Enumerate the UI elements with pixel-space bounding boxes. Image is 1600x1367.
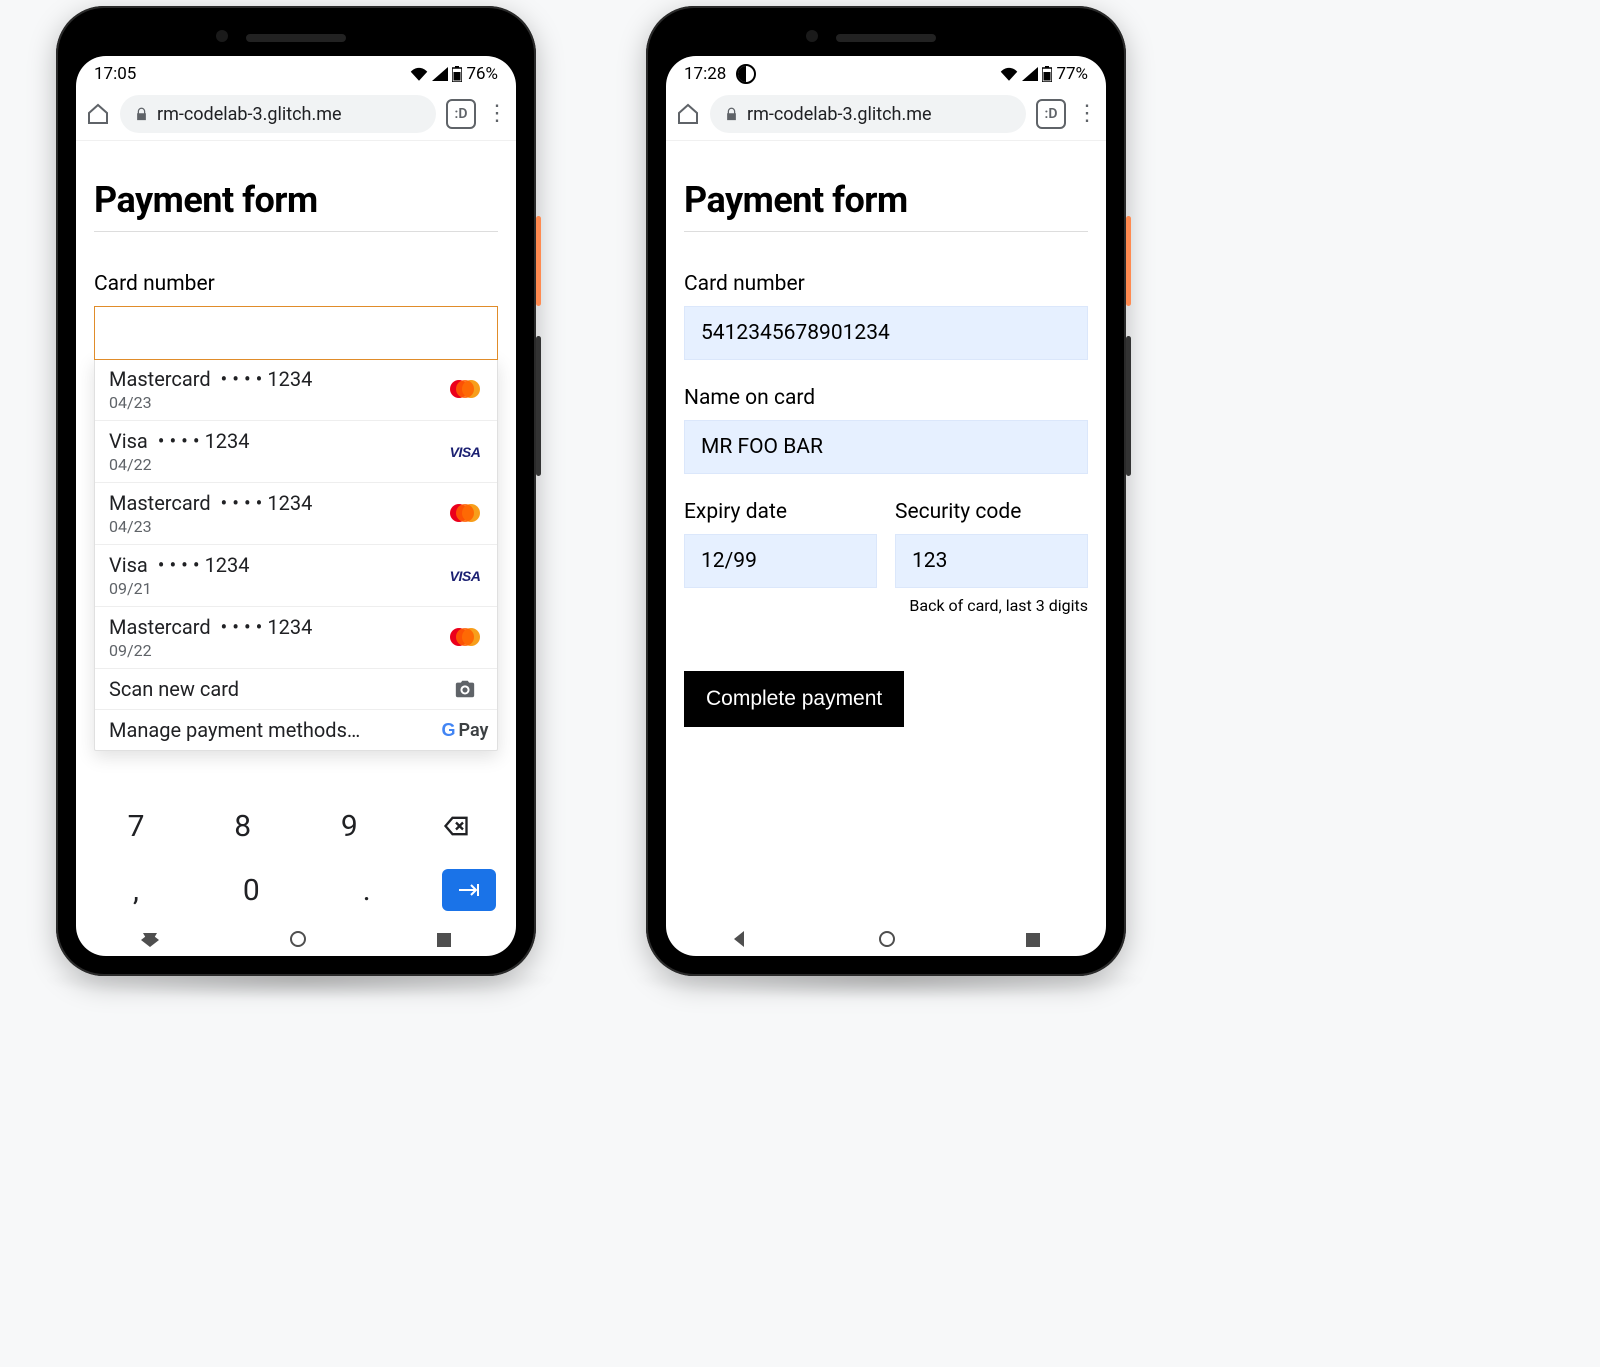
autofill-card-option[interactable]: Mastercard • • • • 1234 04/23: [95, 359, 497, 421]
card-number-input[interactable]: [684, 306, 1088, 360]
expiry-label: Expiry date: [684, 500, 877, 524]
mastercard-icon: [447, 504, 483, 524]
name-input[interactable]: [684, 420, 1088, 474]
page-title: Payment form: [94, 179, 498, 221]
system-nav-bar: [76, 926, 516, 956]
key-7[interactable]: 7: [96, 802, 176, 850]
page-content: Payment form Card number Name on card Ex…: [666, 141, 1106, 747]
status-time: 17:28: [684, 64, 726, 84]
wifi-icon: [410, 67, 428, 81]
card-number-input[interactable]: [94, 306, 498, 360]
wifi-icon: [1000, 67, 1018, 81]
key-comma[interactable]: ,: [96, 866, 176, 914]
mastercard-icon: [447, 380, 483, 400]
autofill-popup: Mastercard • • • • 1234 04/23 Visa • • •…: [94, 358, 498, 751]
lock-icon: [134, 107, 149, 122]
autofill-card-option[interactable]: Visa • • • • 1234 09/21 VISA: [95, 545, 497, 607]
card-number-label: Card number: [684, 272, 1088, 296]
status-bar: 17:05 76%: [76, 56, 516, 88]
nav-home-icon[interactable]: [879, 931, 895, 951]
key-next[interactable]: [442, 869, 496, 911]
url-bar[interactable]: rm-codelab-3.glitch.me: [710, 95, 1026, 133]
autofill-card-option[interactable]: Visa • • • • 1234 04/22 VISA: [95, 421, 497, 483]
battery-icon: [452, 66, 462, 82]
tab-switcher[interactable]: :D: [446, 99, 476, 129]
system-nav-bar: [666, 926, 1106, 956]
autofill-card-option[interactable]: Mastercard • • • • 1234 09/22: [95, 607, 497, 669]
key-backspace[interactable]: [416, 802, 496, 850]
key-0[interactable]: 0: [211, 866, 291, 914]
camera-icon: [447, 678, 483, 700]
autofill-scan-card[interactable]: Scan new card: [95, 669, 497, 710]
separator: [94, 231, 498, 232]
battery-text: 77%: [1056, 64, 1088, 84]
signal-icon: [432, 67, 448, 81]
overflow-menu-icon[interactable]: ⋮: [1076, 103, 1096, 125]
submit-button[interactable]: Complete payment: [684, 671, 904, 727]
key-9[interactable]: 9: [309, 802, 389, 850]
separator: [684, 231, 1088, 232]
name-label: Name on card: [684, 386, 1088, 410]
url-bar[interactable]: rm-codelab-3.glitch.me: [120, 95, 436, 133]
lock-icon: [724, 107, 739, 122]
url-text: rm-codelab-3.glitch.me: [747, 104, 932, 125]
overflow-menu-icon[interactable]: ⋮: [486, 103, 506, 125]
nav-back-icon[interactable]: [732, 931, 748, 951]
browser-toolbar: rm-codelab-3.glitch.me :D ⋮: [666, 88, 1106, 141]
signal-icon: [1022, 67, 1038, 81]
cvc-label: Security code: [895, 500, 1088, 524]
nav-back-icon[interactable]: [141, 932, 159, 951]
mastercard-icon: [447, 628, 483, 648]
nav-recents-icon[interactable]: [437, 932, 451, 951]
key-8[interactable]: 8: [203, 802, 283, 850]
status-time: 17:05: [94, 64, 136, 84]
visa-icon: VISA: [447, 568, 483, 584]
home-icon[interactable]: [86, 102, 110, 126]
page-title: Payment form: [684, 179, 1088, 221]
tab-switcher[interactable]: :D: [1036, 99, 1066, 129]
cvc-input[interactable]: [895, 534, 1088, 588]
phone-right: 17:28 77% rm-codelab-3.glitch.me: [646, 6, 1126, 976]
page-content: Payment form Card number Mastercard • • …: [76, 141, 516, 771]
key-dot[interactable]: .: [327, 866, 407, 914]
nav-recents-icon[interactable]: [1026, 932, 1040, 951]
expiry-input[interactable]: [684, 534, 877, 588]
visa-icon: VISA: [447, 444, 483, 460]
battery-icon: [1042, 66, 1052, 82]
autofill-card-option[interactable]: Mastercard • • • • 1234 04/23: [95, 483, 497, 545]
phone-left: 17:05 76% rm-codelab-3.glitch.me :D ⋮: [56, 6, 536, 976]
card-number-label: Card number: [94, 272, 498, 296]
url-text: rm-codelab-3.glitch.me: [157, 104, 342, 125]
cvc-hint: Back of card, last 3 digits: [895, 596, 1088, 615]
numeric-keyboard: 7 8 9 , 0 .: [76, 786, 516, 926]
home-icon[interactable]: [676, 102, 700, 126]
battery-text: 76%: [466, 64, 498, 84]
status-bar: 17:28 77%: [666, 56, 1106, 88]
autofill-manage[interactable]: Manage payment methods… G Pay: [95, 710, 497, 750]
browser-toolbar: rm-codelab-3.glitch.me :D ⋮: [76, 88, 516, 141]
nav-home-icon[interactable]: [290, 931, 306, 951]
gpay-icon: G Pay: [447, 720, 483, 741]
data-saver-icon: [736, 64, 756, 84]
